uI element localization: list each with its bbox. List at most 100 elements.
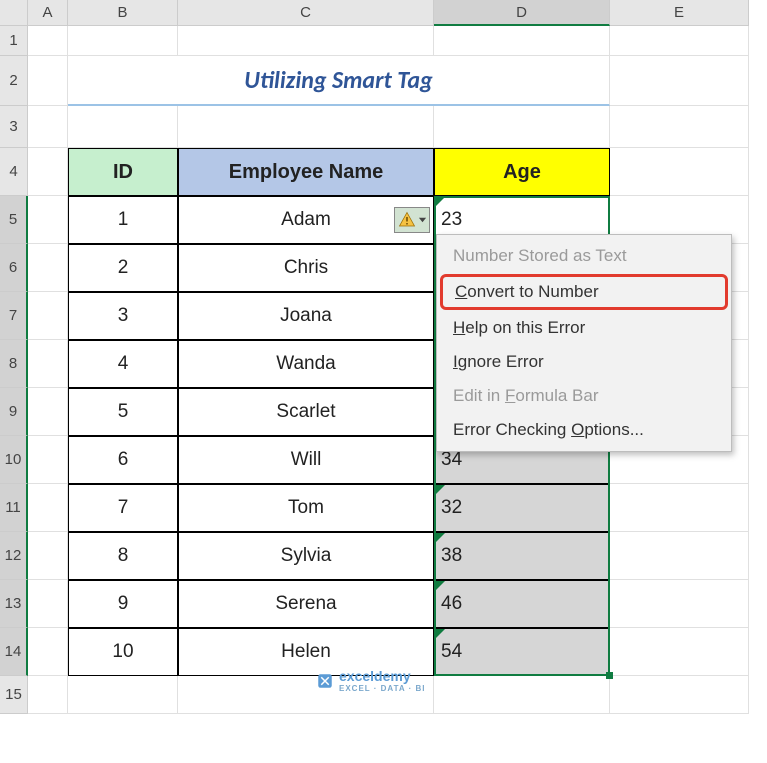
col-header-d[interactable]: D — [434, 0, 610, 26]
fill-handle[interactable] — [606, 672, 613, 679]
row-header-1[interactable]: 1 — [0, 26, 28, 56]
header-id[interactable]: ID — [68, 148, 178, 196]
cell[interactable] — [610, 628, 749, 676]
cell[interactable] — [28, 340, 68, 388]
cell-name[interactable]: Sylvia — [178, 532, 434, 580]
menu-convert-to-number[interactable]: Convert to Number — [440, 274, 728, 310]
menu-text: Error Checking — [453, 420, 571, 439]
cell-name[interactable]: Serena — [178, 580, 434, 628]
cell[interactable] — [610, 484, 749, 532]
cell[interactable] — [610, 106, 749, 148]
text-number-flag — [435, 197, 445, 207]
cell[interactable] — [610, 148, 749, 196]
cell-id[interactable]: 1 — [68, 196, 178, 244]
menu-edit-formula-bar: Edit in Formula Bar — [437, 379, 731, 413]
title-cell[interactable]: Utilizing Smart Tag — [68, 56, 610, 106]
row-header-4[interactable]: 4 — [0, 148, 28, 196]
cell-id[interactable]: 4 — [68, 340, 178, 388]
cell[interactable] — [610, 26, 749, 56]
menu-error-checking-options[interactable]: Error Checking Options... — [437, 413, 731, 447]
col-header-e[interactable]: E — [610, 0, 749, 26]
cell[interactable] — [178, 26, 434, 56]
cell[interactable] — [68, 676, 178, 714]
cell[interactable] — [610, 532, 749, 580]
cell[interactable] — [28, 436, 68, 484]
header-age[interactable]: Age — [434, 148, 610, 196]
smart-tag-menu: Number Stored as Text Convert to Number … — [436, 234, 732, 452]
cell-age[interactable]: 54 — [434, 628, 610, 676]
menu-key: O — [571, 420, 584, 439]
cell[interactable] — [28, 388, 68, 436]
cell[interactable] — [28, 628, 68, 676]
row-header-10[interactable]: 10 — [0, 436, 28, 484]
menu-key: H — [453, 318, 465, 337]
watermark-name: exceldemy — [339, 668, 425, 684]
select-all-corner[interactable] — [0, 0, 28, 26]
menu-ignore-error[interactable]: Ignore Error — [437, 345, 731, 379]
cell-id[interactable]: 3 — [68, 292, 178, 340]
cell-name[interactable]: Chris — [178, 244, 434, 292]
row-header-12[interactable]: 12 — [0, 532, 28, 580]
menu-header: Number Stored as Text — [437, 239, 731, 273]
row-header-8[interactable]: 8 — [0, 340, 28, 388]
menu-text: elp on this Error — [465, 318, 585, 337]
row-header-9[interactable]: 9 — [0, 388, 28, 436]
cell[interactable] — [178, 106, 434, 148]
cell[interactable] — [434, 676, 610, 714]
col-header-a[interactable]: A — [28, 0, 68, 26]
cell-age[interactable]: 32 — [434, 484, 610, 532]
cell[interactable] — [434, 26, 610, 56]
row-header-13[interactable]: 13 — [0, 580, 28, 628]
row-header-11[interactable]: 11 — [0, 484, 28, 532]
cell-age[interactable]: 38 — [434, 532, 610, 580]
cell[interactable] — [28, 148, 68, 196]
row-header-3[interactable]: 3 — [0, 106, 28, 148]
cell[interactable] — [28, 106, 68, 148]
cell[interactable] — [610, 56, 749, 106]
cell[interactable] — [28, 532, 68, 580]
col-header-c[interactable]: C — [178, 0, 434, 26]
row-header-14[interactable]: 14 — [0, 628, 28, 676]
logo-icon — [316, 672, 334, 690]
row-header-2[interactable]: 2 — [0, 56, 28, 106]
cell[interactable] — [28, 676, 68, 714]
row-header-7[interactable]: 7 — [0, 292, 28, 340]
cell-name[interactable]: Tom — [178, 484, 434, 532]
menu-text: ptions... — [584, 420, 644, 439]
cell[interactable] — [28, 484, 68, 532]
row-header-5[interactable]: 5 — [0, 196, 28, 244]
cell-id[interactable]: 7 — [68, 484, 178, 532]
row-header-15[interactable]: 15 — [0, 676, 28, 714]
menu-key: C — [455, 282, 467, 301]
cell-name[interactable]: Will — [178, 436, 434, 484]
cell[interactable] — [610, 676, 749, 714]
warning-icon — [398, 211, 416, 229]
cell-id[interactable]: 8 — [68, 532, 178, 580]
row-header-6[interactable]: 6 — [0, 244, 28, 292]
cell[interactable] — [610, 580, 749, 628]
menu-help-on-error[interactable]: Help on this Error — [437, 311, 731, 345]
cell-name[interactable]: Joana — [178, 292, 434, 340]
cell[interactable] — [28, 196, 68, 244]
cell[interactable] — [28, 56, 68, 106]
cell[interactable] — [28, 244, 68, 292]
cell-id[interactable]: 10 — [68, 628, 178, 676]
cell-id[interactable]: 5 — [68, 388, 178, 436]
cell-age[interactable]: 46 — [434, 580, 610, 628]
cell[interactable] — [68, 106, 178, 148]
cell[interactable] — [28, 292, 68, 340]
smart-tag-button[interactable] — [394, 207, 430, 233]
cell-id[interactable]: 6 — [68, 436, 178, 484]
watermark: exceldemy EXCEL · DATA · BI — [316, 668, 425, 693]
header-name[interactable]: Employee Name — [178, 148, 434, 196]
cell-name[interactable]: Scarlet — [178, 388, 434, 436]
cell-id[interactable]: 2 — [68, 244, 178, 292]
cell[interactable] — [28, 580, 68, 628]
col-header-b[interactable]: B — [68, 0, 178, 26]
column-headers: A B C D E — [28, 0, 749, 26]
cell-name[interactable]: Wanda — [178, 340, 434, 388]
cell[interactable] — [434, 106, 610, 148]
cell[interactable] — [68, 26, 178, 56]
cell[interactable] — [28, 26, 68, 56]
cell-id[interactable]: 9 — [68, 580, 178, 628]
